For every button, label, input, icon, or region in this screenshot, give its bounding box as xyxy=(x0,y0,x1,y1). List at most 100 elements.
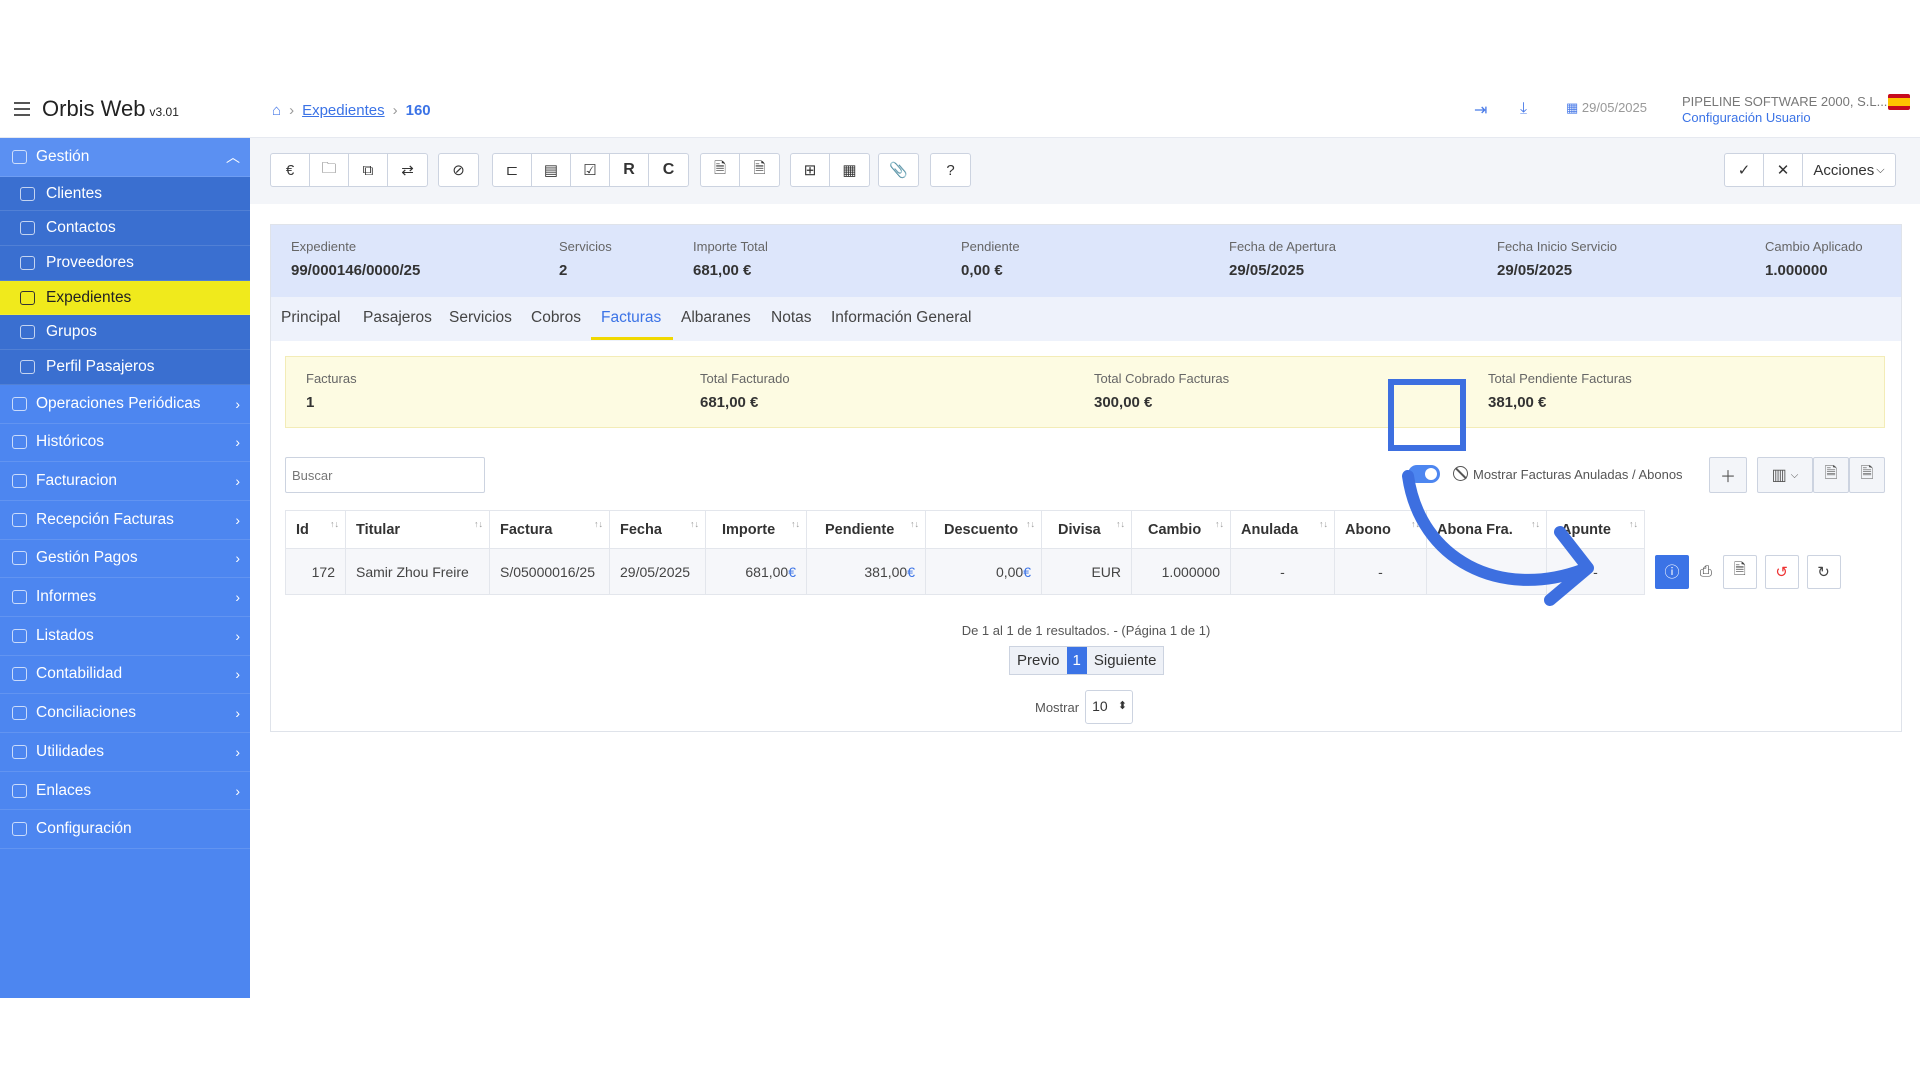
sidebar-item-proveedores[interactable]: Proveedores xyxy=(0,246,250,281)
home-icon[interactable]: ⌂ xyxy=(272,102,281,119)
sidebar-item-historicos[interactable]: Históricos › xyxy=(0,424,250,463)
top-bar: Orbis Web v3.01 ⌂ › Expedientes › 160 ⇥ ⤓… xyxy=(0,86,1920,138)
tab-pasajeros[interactable]: Pasajeros xyxy=(363,309,432,327)
vehicle-button[interactable]: ⊏ xyxy=(493,154,532,186)
acciones-dropdown[interactable]: Acciones ⌵ xyxy=(1803,154,1895,186)
breadcrumb-expedientes[interactable]: Expedientes xyxy=(302,102,385,119)
search-input[interactable] xyxy=(285,457,485,493)
col-abono[interactable]: Abono ↑↓ xyxy=(1334,510,1427,549)
calendar-check-button[interactable]: ☑ xyxy=(571,154,610,186)
cell-titular: Samir Zhou Freire xyxy=(345,548,490,595)
table-row[interactable]: 172 Samir Zhou Freire S/05000016/25 29/0… xyxy=(285,548,1885,595)
col-pendiente[interactable]: Pendiente ↑↓ xyxy=(806,510,926,549)
config-user-link[interactable]: Configuración Usuario xyxy=(1682,110,1891,126)
sidebar-item-grupos[interactable]: Grupos xyxy=(0,315,250,351)
col-fecha[interactable]: Fecha ↑↓ xyxy=(609,510,706,549)
tab-notas[interactable]: Notas xyxy=(771,309,812,327)
col-id[interactable]: Id ↑↓ xyxy=(285,510,346,549)
documents-icon: ▦ xyxy=(842,162,857,179)
sidebar-label: Perfil Pasajeros xyxy=(46,357,155,375)
add-invoice-button[interactable]: ＋ xyxy=(1709,457,1747,493)
sidebar-item-configuracion[interactable]: Configuración xyxy=(0,810,250,850)
documents-button[interactable]: ▦ xyxy=(830,154,869,186)
sidebar-item-utilidades[interactable]: Utilidades › xyxy=(0,733,250,772)
download-icon[interactable]: ⤓ xyxy=(1520,100,1527,118)
tab-principal[interactable]: Principal xyxy=(281,309,340,327)
prev-page-button[interactable]: Previo xyxy=(1010,647,1067,674)
col-divisa[interactable]: Divisa ↑↓ xyxy=(1041,510,1132,549)
sidebar-item-informes[interactable]: Informes › xyxy=(0,578,250,617)
col-titular[interactable]: Titular ↑↓ xyxy=(345,510,490,549)
sidebar-item-contabilidad[interactable]: Contabilidad › xyxy=(0,656,250,695)
col-cambio[interactable]: Cambio ↑↓ xyxy=(1131,510,1231,549)
col-label: Importe xyxy=(722,521,776,538)
invoice-user-button[interactable]: 🗎 xyxy=(740,154,779,186)
page-size-control: Mostrar 10 xyxy=(1035,690,1134,724)
attach-button[interactable]: 📎 xyxy=(879,154,918,186)
show-cancelled-toggle[interactable] xyxy=(1408,465,1440,483)
sidebar-item-contactos[interactable]: Contactos xyxy=(0,211,250,247)
sidebar-item-operaciones[interactable]: Operaciones Periódicas › xyxy=(0,385,250,424)
tab-servicios[interactable]: Servicios xyxy=(449,309,512,327)
sidebar-item-facturacion[interactable]: Facturacion › xyxy=(0,462,250,501)
edit-invoice-button[interactable]: 🗎 xyxy=(1722,554,1757,589)
invoices-table: Id ↑↓ Titular ↑↓ Factura ↑↓ Fecha ↑↓ Importe… xyxy=(285,510,1885,595)
summary-importe: Importe Total 681,00 € xyxy=(693,239,768,279)
invoice-settings-button[interactable]: 🗎 xyxy=(701,154,740,186)
r-button[interactable]: R xyxy=(610,154,649,186)
highlight-box xyxy=(1388,379,1466,451)
undo-button[interactable]: ↺ xyxy=(1764,554,1799,589)
col-anulada[interactable]: Anulada ↑↓ xyxy=(1230,510,1335,549)
user-profile-icon xyxy=(20,359,35,374)
next-page-button[interactable]: Siguiente xyxy=(1086,647,1164,674)
spain-flag-icon[interactable] xyxy=(1888,94,1910,110)
chevron-right-icon: › xyxy=(235,666,240,683)
cancel-button[interactable]: ⊘ xyxy=(439,154,478,186)
sidebar-item-conciliaciones[interactable]: Conciliaciones › xyxy=(0,694,250,733)
export-excel-button[interactable]: 🗎 xyxy=(1813,457,1849,493)
info-button[interactable]: ⓘ xyxy=(1655,554,1689,589)
col-descuento[interactable]: Descuento ↑↓ xyxy=(925,510,1042,549)
sidebar-item-expedientes[interactable]: Expedientes xyxy=(0,280,250,316)
menu-icon[interactable] xyxy=(14,102,30,116)
col-importe[interactable]: Importe ↑↓ xyxy=(705,510,807,549)
sidebar-item-listados[interactable]: Listados › xyxy=(0,617,250,656)
sidebar-item-recepcion[interactable]: Recepción Facturas › xyxy=(0,501,250,540)
columns-dropdown[interactable]: ▥ ⌵ xyxy=(1757,457,1813,493)
confirm-button[interactable]: ✓ xyxy=(1725,154,1764,186)
sort-icon: ↑↓ xyxy=(330,519,339,529)
cell-abona-fra xyxy=(1426,548,1547,595)
copy-button[interactable]: ⧉ xyxy=(349,154,388,186)
login-icon[interactable]: ⇥ xyxy=(1474,100,1487,120)
breadcrumb-current: 160 xyxy=(405,102,431,119)
export-pdf-button[interactable]: 🗎 xyxy=(1849,457,1885,493)
tab-facturas[interactable]: Facturas xyxy=(601,309,661,327)
sidebar-item-gestion[interactable]: Gestión ︿ xyxy=(0,138,250,177)
euro-button[interactable]: € xyxy=(271,154,310,186)
luggage-button[interactable]: ▤ xyxy=(532,154,571,186)
sidebar-item-perfil-pasajeros[interactable]: Perfil Pasajeros xyxy=(0,350,250,385)
page-1-button[interactable]: 1 xyxy=(1066,647,1087,674)
col-apunte[interactable]: Apunte ↑↓ xyxy=(1546,510,1645,549)
help-button[interactable]: ? xyxy=(931,154,970,186)
tab-informacion-general[interactable]: Información General xyxy=(831,309,971,327)
col-factura[interactable]: Factura ↑↓ xyxy=(489,510,610,549)
currency-symbol: € xyxy=(1023,563,1031,580)
briefcase-icon xyxy=(12,149,27,164)
col-abona-fra[interactable]: Abona Fra. ↑↓ xyxy=(1426,510,1547,549)
monitor-transfer-icon: ⇄ xyxy=(401,162,414,179)
sidebar-item-pagos[interactable]: Gestión Pagos › xyxy=(0,540,250,579)
tab-albaranes[interactable]: Albaranes xyxy=(681,309,751,327)
sidebar-item-clientes[interactable]: Clientes xyxy=(0,176,250,212)
redo-button[interactable]: ↻ xyxy=(1806,554,1841,589)
chevron-right-icon: › xyxy=(235,395,240,412)
transfer-button[interactable]: ⇄ xyxy=(388,154,427,186)
folder-button[interactable]: 🗀 xyxy=(310,154,349,186)
print-button[interactable]: ⎙ xyxy=(1697,555,1715,589)
add-document-button[interactable]: ⊞ xyxy=(791,154,830,186)
sidebar-item-enlaces[interactable]: Enlaces › xyxy=(0,772,250,811)
close-button[interactable]: ✕ xyxy=(1764,154,1803,186)
page-size-select[interactable]: 10 xyxy=(1085,690,1134,724)
c-button[interactable]: C xyxy=(649,154,688,186)
tab-cobros[interactable]: Cobros xyxy=(531,309,581,327)
